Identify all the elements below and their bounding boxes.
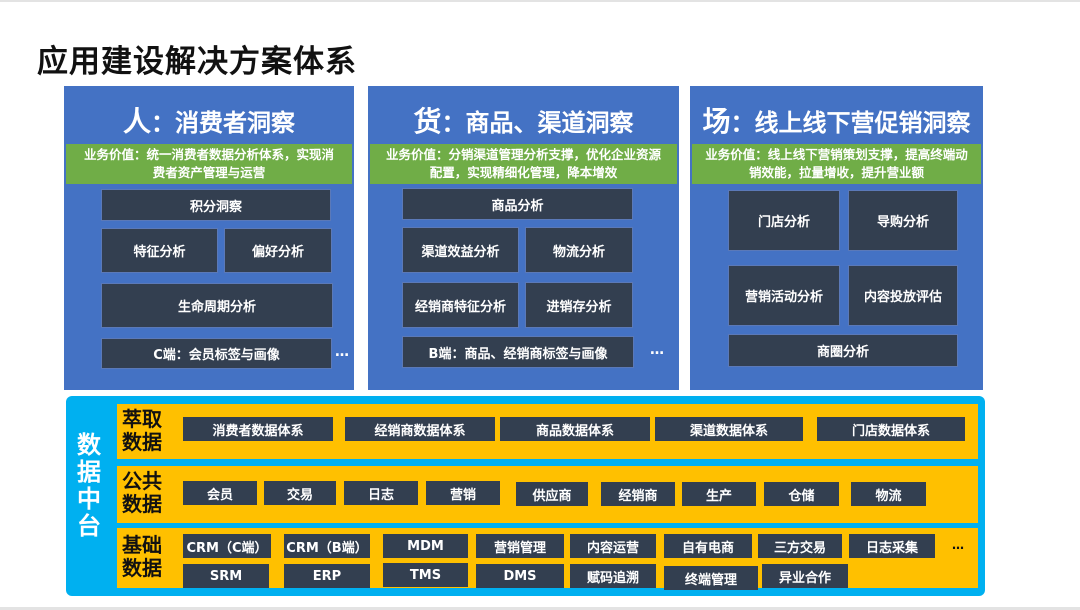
band-label-extracted: 萃取数据 [122, 407, 162, 454]
more-indicator: … [952, 538, 964, 552]
page-title: 应用建设解决方案体系 [37, 44, 357, 80]
top-divider [0, 0, 1080, 2]
panel-venue-promotion-insight: 场：线上线下营促销洞察 业务价值：线上线下营销策划支撑，提高终端动 销效能，拉量… [690, 86, 983, 390]
business-value-box: 业务价值：线上线下营销策划支撑，提高终端动 销效能，拉量增收，提升营业额 [692, 144, 981, 184]
item-product-data-system[interactable]: 商品数据体系 [500, 417, 650, 441]
item-terminal-management[interactable]: 终端管理 [664, 566, 758, 590]
business-value-line: 业务价值：统一消费者数据分析体系，实现消 [83, 147, 334, 162]
business-value-box: 业务价值：统一消费者数据分析体系，实现消 费者资产管理与运营 [66, 144, 352, 184]
item-tms[interactable]: TMS [383, 563, 468, 587]
tile-trade-area-analysis[interactable]: 商圈分析 [728, 334, 958, 367]
more-indicator: … [650, 342, 664, 358]
panel-title-text: ：消费者洞察 [151, 109, 295, 137]
panel-title-char: 场 [702, 105, 731, 138]
item-member[interactable]: 会员 [183, 481, 257, 505]
tile-logistics-analysis[interactable]: 物流分析 [525, 227, 633, 273]
business-value-line: 业务价值：线上线下营销策划支撑，提高终端动 [705, 147, 968, 162]
panel-goods-channel-insight: 货：商品、渠道洞察 业务价值：分销渠道管理分析支撑，优化企业资源 配置，实现精细… [368, 86, 679, 390]
item-third-party-trade[interactable]: 三方交易 [758, 534, 842, 558]
tile-guide-analysis[interactable]: 导购分析 [848, 190, 958, 251]
business-value-line: 费者资产管理与运营 [152, 165, 266, 180]
item-mdm[interactable]: MDM [383, 534, 468, 558]
item-log[interactable]: 日志 [344, 481, 418, 505]
item-production[interactable]: 生产 [682, 482, 756, 506]
tile-store-analysis[interactable]: 门店分析 [728, 190, 840, 251]
item-dealer[interactable]: 经销商 [601, 482, 675, 506]
tile-points-insight[interactable]: 积分洞察 [101, 189, 331, 221]
panel-title-text: ：线上线下营促销洞察 [730, 109, 971, 137]
item-dealer-data-system[interactable]: 经销商数据体系 [345, 417, 495, 441]
item-marketing[interactable]: 营销 [426, 481, 500, 505]
panel-title: 场：线上线下营促销洞察 [690, 100, 983, 140]
item-log-collection[interactable]: 日志采集 [849, 534, 935, 558]
tile-dealer-feature-analysis[interactable]: 经销商特征分析 [402, 282, 519, 328]
item-content-operation[interactable]: 内容运营 [570, 534, 656, 558]
item-own-ecommerce[interactable]: 自有电商 [664, 534, 752, 558]
panel-consumer-insight: 人：消费者洞察 业务价值：统一消费者数据分析体系，实现消 费者资产管理与运营 积… [64, 86, 354, 390]
band-label-public: 公共数据 [122, 469, 162, 516]
tile-content-evaluation[interactable]: 内容投放评估 [848, 265, 958, 326]
tile-lifecycle-analysis[interactable]: 生命周期分析 [101, 283, 333, 328]
item-cross-industry-cooperation[interactable]: 异业合作 [762, 564, 848, 588]
item-dms[interactable]: DMS [476, 564, 564, 588]
panel-title: 人：消费者洞察 [64, 100, 354, 140]
business-value-line: 销效能，拉量增收，提升营业额 [748, 165, 924, 180]
item-consumer-data-system[interactable]: 消费者数据体系 [183, 417, 333, 441]
panel-title-text: ：商品、渠道洞察 [441, 109, 634, 137]
panel-title: 货：商品、渠道洞察 [368, 100, 679, 140]
business-value-line: 业务价值：分销渠道管理分析支撑，优化企业资源 [385, 147, 661, 162]
item-channel-data-system[interactable]: 渠道数据体系 [655, 417, 803, 441]
more-indicator: … [335, 344, 349, 360]
tile-preference-analysis[interactable]: 偏好分析 [224, 228, 332, 273]
tile-channel-benefit-analysis[interactable]: 渠道效益分析 [402, 227, 519, 273]
panel-title-char: 货 [413, 105, 442, 138]
item-store-data-system[interactable]: 门店数据体系 [817, 417, 965, 441]
item-crm-b[interactable]: CRM（B端） [284, 534, 370, 558]
tile-product-analysis[interactable]: 商品分析 [402, 188, 633, 220]
tile-feature-analysis[interactable]: 特征分析 [101, 228, 218, 273]
item-supplier[interactable]: 供应商 [516, 482, 588, 506]
panel-title-char: 人 [122, 105, 151, 138]
tile-b-dealer-tags[interactable]: B端：商品、经销商标签与画像 [402, 336, 634, 368]
business-value-line: 配置，实现精细化管理，降本增效 [429, 165, 618, 180]
item-warehouse[interactable]: 仓储 [764, 482, 839, 506]
tile-marketing-activity-analysis[interactable]: 营销活动分析 [728, 265, 840, 326]
item-marketing-management[interactable]: 营销管理 [476, 534, 564, 558]
band-label-base: 基础数据 [122, 533, 162, 580]
tile-inventory-analysis[interactable]: 进销存分析 [525, 282, 633, 328]
item-logistics[interactable]: 物流 [851, 482, 926, 506]
item-srm[interactable]: SRM [183, 564, 269, 588]
item-crm-c[interactable]: CRM（C端） [183, 534, 271, 558]
business-value-box: 业务价值：分销渠道管理分析支撑，优化企业资源 配置，实现精细化管理，降本增效 [370, 144, 677, 184]
item-erp[interactable]: ERP [284, 564, 370, 588]
data-platform-label: 数据中台 [77, 431, 101, 540]
item-transaction[interactable]: 交易 [264, 481, 336, 505]
item-code-traceability[interactable]: 赋码追溯 [570, 564, 656, 588]
tile-c-member-tags[interactable]: C端：会员标签与画像 [101, 338, 332, 369]
